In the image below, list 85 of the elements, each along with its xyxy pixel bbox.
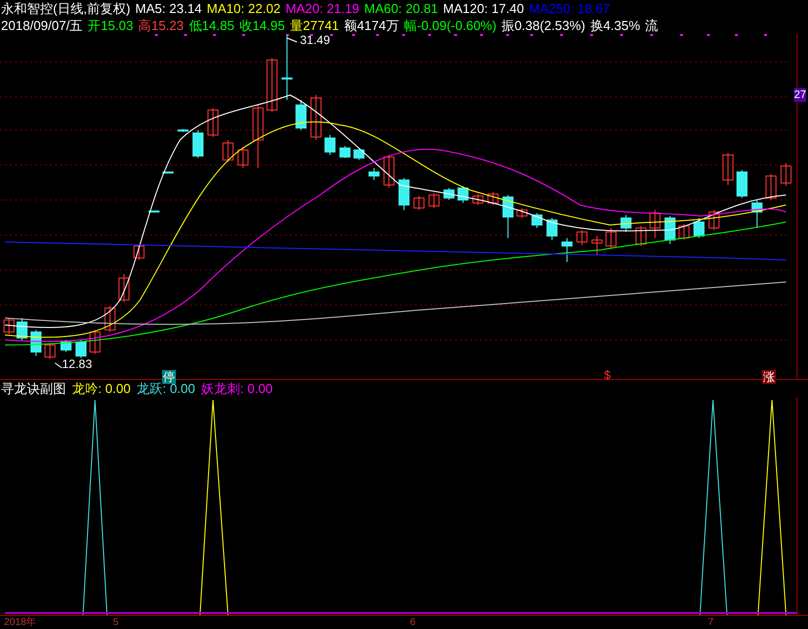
moving-average-reading: MA120: 17.40 (443, 0, 524, 17)
moving-average-reading: MA60: 20.81 (364, 0, 438, 17)
candlestick (428, 192, 440, 208)
candlestick (4, 318, 14, 334)
candlestick (134, 244, 144, 260)
moving-average-reading: MA10: 22.02 (206, 0, 281, 17)
stock-title: 永和智控(日线,前复权) (1, 0, 130, 17)
candlestick (722, 152, 734, 186)
time-axis-label: 5 (113, 617, 119, 629)
candlestick (384, 154, 394, 188)
price-low-label: 12.83 (62, 356, 92, 373)
candlestick (532, 212, 542, 228)
quote-field: 换4.35% (590, 17, 640, 34)
candlestick (606, 228, 616, 248)
candlestick (104, 306, 116, 332)
candlestick (576, 230, 588, 246)
candlestick (736, 170, 748, 198)
candlestick (252, 104, 264, 168)
time-axis-label: 6 (410, 617, 416, 629)
candlestick (458, 186, 468, 204)
candlestick (340, 146, 350, 158)
candlestick (636, 226, 646, 246)
candlestick (444, 188, 454, 200)
candlestick (650, 210, 660, 238)
candlestick (162, 172, 174, 174)
candlestick (266, 58, 278, 112)
candlestick (44, 342, 56, 360)
moving-average-reading: MA20: 21.19 (286, 0, 360, 17)
candlestick (664, 216, 676, 244)
candlestick (694, 218, 704, 238)
quote-field: 幅-0.09(-0.60%) (404, 17, 496, 34)
candlestick (752, 200, 762, 228)
candlestick (192, 130, 204, 158)
candlestick (516, 208, 528, 218)
candlestick (414, 196, 424, 210)
quote-field: 低14.85 (188, 17, 234, 34)
candlestick (76, 340, 86, 358)
quote-field: 额4174万 (344, 17, 399, 34)
indicator-title: 寻龙诀副图 (1, 380, 66, 397)
indicator-reading: 妖龙刺: 0.00 (201, 380, 273, 397)
candlestick (502, 194, 514, 238)
candlestick (118, 274, 130, 302)
quote-field: 振0.38(2.53%) (501, 17, 586, 34)
candlestick (178, 128, 188, 132)
candlestick (208, 108, 218, 138)
candlestick (296, 100, 306, 130)
candlestick (592, 236, 602, 256)
candlestick (148, 210, 160, 212)
candlestick (708, 210, 720, 230)
candlestick (472, 194, 484, 206)
moving-average-reading: MA5: 23.14 (135, 0, 202, 17)
candlestick (766, 174, 776, 200)
candlestick (368, 168, 380, 180)
candlestick (562, 238, 572, 262)
leader-line (286, 38, 298, 42)
quote-field: 量27741 (290, 17, 340, 34)
indicator-reading: 龙吟: 0.00 (72, 380, 131, 397)
chart-badge: 涨 (762, 370, 776, 384)
price-high-label: 31.49 (300, 32, 330, 49)
leader-line (54, 362, 62, 368)
quote-field: 高15.23 (138, 17, 184, 34)
candlestick (678, 224, 690, 240)
candlestick (310, 94, 322, 140)
candlestick (90, 330, 100, 354)
candlestick (620, 214, 632, 232)
candlestick (398, 178, 410, 210)
quote-date: 2018/09/07/五 (1, 17, 83, 34)
quote-field: 流 (645, 17, 658, 34)
candlestick (780, 162, 792, 186)
candlestick (488, 192, 498, 206)
quote-field: 收14.95 (239, 17, 285, 34)
candlestick (282, 34, 292, 100)
time-axis-label: 2018年 (4, 617, 36, 629)
candlestick (324, 134, 336, 156)
candlestick (546, 218, 558, 240)
chart-marker: $ (604, 368, 611, 382)
time-axis-label: 7 (708, 617, 714, 629)
candlestick (354, 148, 364, 160)
price-axis-label: 27 (794, 88, 806, 102)
quote-field: 开15.03 (88, 17, 134, 34)
moving-average-reading: MA250: 18.67 (529, 0, 610, 17)
chart-badge: 停 (162, 370, 176, 384)
candlestick (60, 340, 72, 352)
candlestick (222, 140, 234, 162)
candlestick (238, 146, 248, 168)
